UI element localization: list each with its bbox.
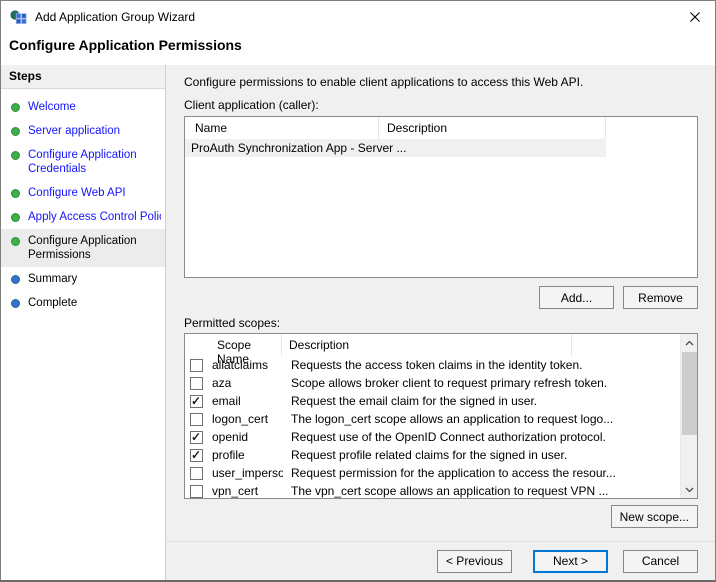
scope-description: The vpn_cert scope allows an application… bbox=[291, 484, 609, 498]
steps-sidebar: Steps Welcome Server application Configu… bbox=[1, 65, 166, 580]
step-done-icon bbox=[11, 151, 20, 160]
client-application-row[interactable]: ProAuth Synchronization App - Server ... bbox=[185, 139, 606, 157]
step-label: Configure Application Credentials bbox=[28, 149, 137, 175]
column-header-description[interactable]: Description bbox=[379, 117, 606, 139]
scope-description: Scope allows broker client to request pr… bbox=[291, 376, 608, 390]
steps-list: Welcome Server application Configure App… bbox=[1, 89, 165, 315]
scope-checkbox[interactable] bbox=[190, 484, 203, 498]
scope-checkbox[interactable] bbox=[190, 448, 203, 462]
step-label: Server application bbox=[28, 125, 121, 137]
scope-name: user_imperso... bbox=[212, 466, 283, 480]
scopes-list-header: Scope Name Description bbox=[185, 334, 680, 366]
step-done-icon bbox=[11, 103, 20, 112]
scrollbar-up-button[interactable] bbox=[681, 334, 697, 351]
scope-checkbox[interactable] bbox=[190, 412, 203, 426]
step-done-icon bbox=[11, 213, 20, 222]
step-label: Complete bbox=[28, 297, 78, 309]
scope-description: Request use of the OpenID Connect author… bbox=[291, 430, 606, 444]
window-title: Add Application Group Wizard bbox=[35, 9, 196, 24]
step-configure-application-permissions[interactable]: Configure Application Permissions bbox=[1, 229, 165, 267]
step-done-icon bbox=[11, 127, 20, 136]
chevron-down-icon bbox=[685, 487, 694, 492]
scope-row-aza[interactable]: aza Scope allows broker client to reques… bbox=[185, 374, 680, 392]
scope-checkbox[interactable] bbox=[190, 376, 203, 390]
scope-name: vpn_cert bbox=[212, 484, 259, 498]
footer-bar: < Previous Next > Cancel bbox=[166, 541, 715, 580]
chevron-up-icon bbox=[685, 340, 694, 345]
step-complete[interactable]: Complete bbox=[1, 291, 165, 315]
client-application-label: Client application (caller): bbox=[184, 98, 319, 112]
step-label: Summary bbox=[28, 273, 78, 285]
next-button[interactable]: Next > bbox=[533, 549, 608, 573]
scope-name: logon_cert bbox=[212, 412, 269, 426]
scope-row-user-impersonation[interactable]: user_imperso... Request permission for t… bbox=[185, 464, 680, 482]
step-label: Apply Access Control Policy bbox=[28, 211, 161, 223]
scope-checkbox[interactable] bbox=[190, 466, 203, 480]
client-list-header: Name Description bbox=[185, 117, 697, 139]
scope-row-openid[interactable]: openid Request use of the OpenID Connect… bbox=[185, 428, 680, 446]
app-icon bbox=[10, 9, 27, 24]
steps-header: Steps bbox=[1, 65, 165, 89]
step-apply-access-control-policy[interactable]: Apply Access Control Policy bbox=[1, 205, 165, 229]
scope-checkbox[interactable] bbox=[190, 394, 203, 408]
content-pane: Configure permissions to enable client a… bbox=[166, 65, 715, 580]
step-pending-icon bbox=[11, 299, 20, 308]
step-pending-icon bbox=[11, 275, 20, 284]
scope-row-profile[interactable]: profile Request profile related claims f… bbox=[185, 446, 680, 464]
scope-row-vpn-cert[interactable]: vpn_cert The vpn_cert scope allows an ap… bbox=[185, 482, 680, 498]
scopes-list-body: Scope Name Description allatclaims Reque… bbox=[185, 334, 680, 498]
page-header: Configure Application Permissions bbox=[1, 32, 715, 65]
title-bar: Add Application Group Wizard bbox=[1, 1, 715, 32]
cancel-button[interactable]: Cancel bbox=[623, 549, 698, 573]
close-button[interactable] bbox=[684, 6, 706, 28]
client-application-list[interactable]: Name Description ProAuth Synchronization… bbox=[184, 116, 698, 278]
scope-description: Request profile related claims for the s… bbox=[291, 448, 568, 462]
column-header-scope-name[interactable]: Scope Name bbox=[185, 334, 282, 366]
step-configure-application-credentials[interactable]: Configure Application Credentials bbox=[1, 143, 165, 181]
step-summary[interactable]: Summary bbox=[1, 267, 165, 291]
scrollbar-thumb[interactable] bbox=[682, 352, 697, 435]
scope-name: profile bbox=[212, 448, 245, 462]
step-current-icon bbox=[11, 237, 20, 246]
scrollbar-down-button[interactable] bbox=[681, 481, 697, 498]
wizard-window: Add Application Group Wizard Configure A… bbox=[0, 0, 716, 582]
new-scope-button[interactable]: New scope... bbox=[610, 505, 698, 528]
scope-name: aza bbox=[212, 376, 232, 390]
scope-checkbox[interactable] bbox=[190, 358, 203, 372]
scopes-scrollbar[interactable] bbox=[680, 334, 697, 498]
previous-button[interactable]: < Previous bbox=[436, 549, 512, 573]
scope-description: Request the email claim for the signed i… bbox=[291, 394, 538, 408]
intro-text: Configure permissions to enable client a… bbox=[184, 75, 584, 89]
add-button[interactable]: Add... bbox=[539, 286, 614, 309]
scope-description: Request permission for the application t… bbox=[291, 466, 616, 480]
step-server-application[interactable]: Server application bbox=[1, 119, 165, 143]
scope-name: openid bbox=[212, 430, 249, 444]
permitted-scopes-label: Permitted scopes: bbox=[184, 316, 281, 330]
permitted-scopes-list[interactable]: Scope Name Description allatclaims Reque… bbox=[184, 333, 698, 499]
step-label: Welcome bbox=[28, 101, 76, 113]
scope-row-logon-cert[interactable]: logon_cert The logon_cert scope allows a… bbox=[185, 410, 680, 428]
scope-description: The logon_cert scope allows an applicati… bbox=[291, 412, 614, 426]
step-done-icon bbox=[11, 189, 20, 198]
close-icon bbox=[690, 11, 700, 22]
scope-description: Requests the access token claims in the … bbox=[291, 358, 583, 372]
scope-name: allatclaims bbox=[212, 358, 269, 372]
column-header-name[interactable]: Name bbox=[185, 117, 379, 139]
scope-row-allatclaims[interactable]: allatclaims Requests the access token cl… bbox=[185, 356, 680, 374]
column-header-description[interactable]: Description bbox=[282, 334, 572, 356]
page-title: Configure Application Permissions bbox=[9, 37, 242, 53]
step-label: Configure Application Permissions bbox=[28, 235, 137, 261]
remove-button[interactable]: Remove bbox=[623, 286, 698, 309]
scope-name: email bbox=[212, 394, 241, 408]
scope-checkbox[interactable] bbox=[190, 430, 203, 444]
step-label: Configure Web API bbox=[28, 187, 126, 199]
step-welcome[interactable]: Welcome bbox=[1, 95, 165, 119]
scope-row-email[interactable]: email Request the email claim for the si… bbox=[185, 392, 680, 410]
step-configure-web-api[interactable]: Configure Web API bbox=[1, 181, 165, 205]
